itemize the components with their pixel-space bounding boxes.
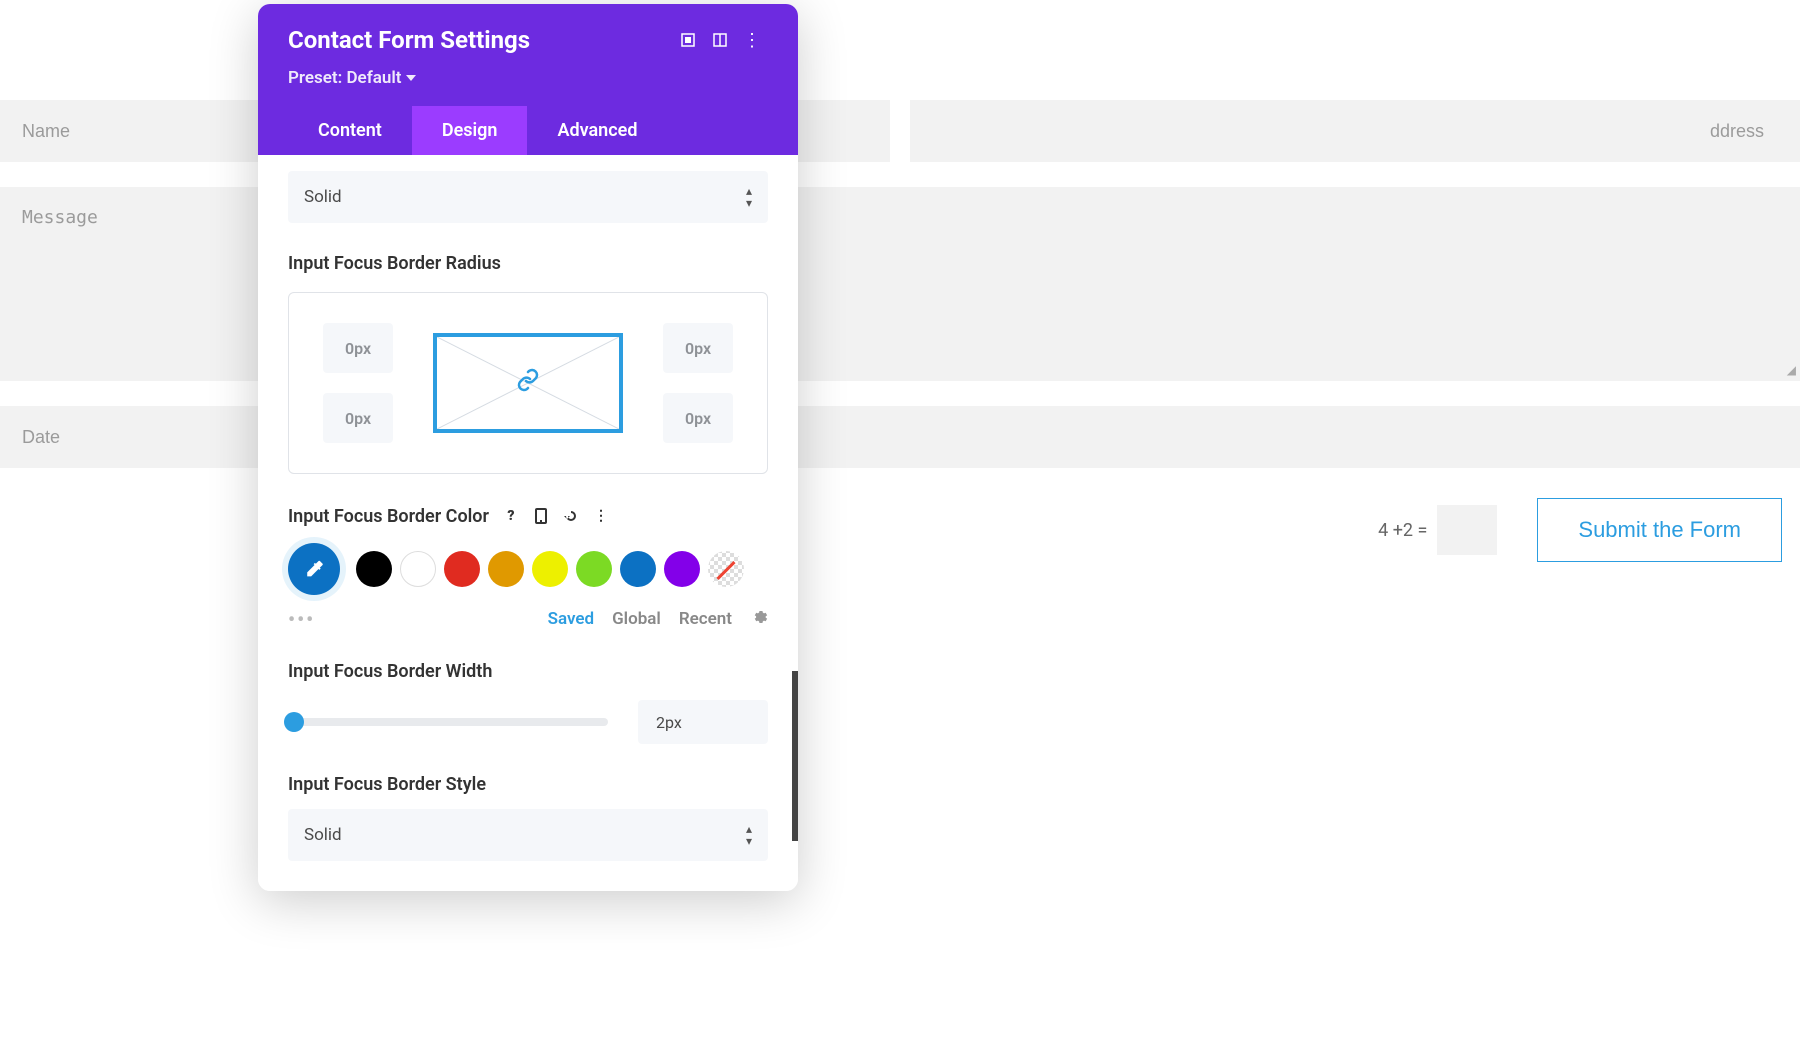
responsive-icon[interactable] <box>529 504 553 528</box>
panel-body: Solid ▴▾ Input Focus Border Radius 0px 0… <box>258 171 798 891</box>
color-swatch-red[interactable] <box>444 551 480 587</box>
caret-down-icon <box>406 75 416 81</box>
border-style-select-top[interactable]: Solid ▴▾ <box>288 171 768 223</box>
layout-icon[interactable] <box>704 24 736 56</box>
panel-header: Contact Form Settings ⋮ Preset: Default … <box>258 4 798 155</box>
captcha-input[interactable] <box>1437 505 1497 555</box>
radius-label: Input Focus Border Radius <box>288 253 768 274</box>
radius-editor: 0px 0px 0px 0px <box>288 292 768 474</box>
palette-more-icon[interactable]: ••• <box>288 607 315 631</box>
slider-thumb[interactable] <box>284 712 304 732</box>
color-swatch-orange[interactable] <box>488 551 524 587</box>
radius-tl[interactable]: 0px <box>323 323 393 373</box>
panel-title: Contact Form Settings <box>288 26 672 54</box>
email-field[interactable] <box>910 100 1800 162</box>
settings-panel: Contact Form Settings ⋮ Preset: Default … <box>258 4 798 891</box>
width-value[interactable]: 2px <box>638 700 768 744</box>
color-swatch-white[interactable] <box>400 551 436 587</box>
color-swatch-blue[interactable] <box>620 551 656 587</box>
help-icon[interactable]: ? <box>499 504 523 528</box>
preset-dropdown[interactable]: Preset: Default <box>288 68 768 88</box>
color-swatch-black[interactable] <box>356 551 392 587</box>
radius-bl[interactable]: 0px <box>323 393 393 443</box>
tab-content[interactable]: Content <box>288 106 412 155</box>
radius-br[interactable]: 0px <box>663 393 733 443</box>
color-eyedropper[interactable] <box>288 543 340 595</box>
fullscreen-icon[interactable] <box>672 24 704 56</box>
width-label: Input Focus Border Width <box>288 661 768 682</box>
color-swatch-green[interactable] <box>576 551 612 587</box>
border-style-select-bottom[interactable]: Solid ▴▾ <box>288 809 768 861</box>
palette-saved[interactable]: Saved <box>548 609 595 629</box>
style-label: Input Focus Border Style <box>288 774 768 795</box>
scrollbar[interactable] <box>792 671 798 841</box>
submit-button[interactable]: Submit the Form <box>1537 498 1782 562</box>
width-slider-row: 2px <box>288 700 768 744</box>
palette-global[interactable]: Global <box>612 609 661 629</box>
color-swatch-none[interactable] <box>708 551 744 587</box>
more-options-icon[interactable]: ⋮ <box>589 504 613 528</box>
tab-bar: Content Design Advanced <box>288 106 768 155</box>
tab-advanced[interactable]: Advanced <box>527 106 667 155</box>
width-slider[interactable] <box>288 718 608 726</box>
radius-tr[interactable]: 0px <box>663 323 733 373</box>
color-swatch-yellow[interactable] <box>532 551 568 587</box>
color-swatch-purple[interactable] <box>664 551 700 587</box>
more-icon[interactable]: ⋮ <box>736 24 768 56</box>
palette-tabs: ••• Saved Global Recent <box>288 607 768 631</box>
reset-icon[interactable] <box>559 504 583 528</box>
palette-recent[interactable]: Recent <box>679 609 732 629</box>
captcha-label: 4 +2 = <box>1378 520 1427 541</box>
color-label: Input Focus Border Color ? ⋮ <box>288 504 768 528</box>
sort-icon: ▴▾ <box>746 185 752 209</box>
sort-icon: ▴▾ <box>746 823 752 847</box>
color-palette <box>288 543 768 595</box>
tab-design[interactable]: Design <box>412 106 528 155</box>
gear-icon[interactable] <box>750 608 768 631</box>
resize-grip-icon[interactable]: ◢ <box>1787 363 1796 377</box>
radius-preview[interactable] <box>433 333 623 433</box>
link-icon[interactable] <box>516 368 540 398</box>
